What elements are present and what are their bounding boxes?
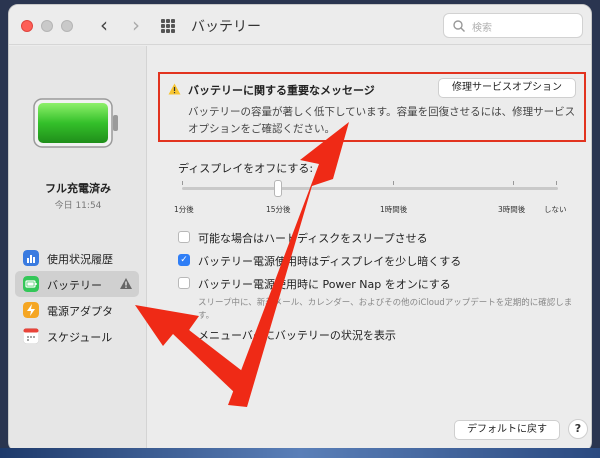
sidebar-item-label: 電源アダプタ <box>47 305 113 318</box>
minimize-button[interactable] <box>41 20 53 32</box>
zoom-button[interactable] <box>61 20 73 32</box>
slider-tick <box>182 181 183 185</box>
option-label: 可能な場合はハードディスクをスリープさせる <box>198 232 428 245</box>
usage-history-icon <box>23 250 39 266</box>
warning-icon <box>168 83 181 95</box>
alert-title: バッテリーに関する重要なメッセージ <box>188 84 375 97</box>
sidebar-item-label: スケジュール <box>47 331 113 344</box>
battery-service-alert: バッテリーに関する重要なメッセージ 修理サービスオプション バッテリーの容量が著… <box>158 72 586 142</box>
warning-icon <box>120 278 132 289</box>
slider-knob[interactable] <box>274 180 282 197</box>
titlebar: ‹ › バッテリー 検索 <box>9 5 591 45</box>
slider-tick <box>556 181 557 185</box>
tick-label: しない <box>544 205 567 214</box>
power-nap-help-text: スリープ中に、新着メール、カレンダー、およびその他のiCloudアップデートを定… <box>198 298 573 321</box>
forward-button[interactable]: › <box>125 14 147 36</box>
checkbox[interactable] <box>178 328 190 340</box>
sidebar-item-power-adapter[interactable]: 電源アダプタ <box>15 297 139 323</box>
slider-tick <box>513 181 514 185</box>
service-options-button[interactable]: 修理サービスオプション <box>438 78 576 98</box>
battery-time: 今日 11:54 <box>54 201 102 211</box>
sidebar-item-schedule[interactable]: スケジュール <box>15 323 139 349</box>
back-button[interactable]: ‹ <box>93 14 115 36</box>
preferences-window: ‹ › バッテリー 検索 フル充電済み 今日 11:54 使用状況履歴 バッテリ… <box>8 4 592 452</box>
sidebar: フル充電済み 今日 11:54 使用状況履歴 バッテリー 電源アダプタ スケジュ… <box>9 46 147 451</box>
power-adapter-icon <box>23 302 39 318</box>
sidebar-item-battery[interactable]: バッテリー <box>15 271 139 297</box>
desktop-background <box>0 448 600 458</box>
search-input[interactable]: 検索 <box>443 13 583 38</box>
battery-large-icon <box>33 98 118 148</box>
window-title: バッテリー <box>191 19 261 35</box>
checkbox[interactable] <box>178 231 190 243</box>
schedule-icon <box>23 328 39 344</box>
search-placeholder: 検索 <box>472 23 492 34</box>
slider-tick <box>393 181 394 185</box>
display-off-slider[interactable] <box>182 187 558 190</box>
main-content: バッテリーに関する重要なメッセージ 修理サービスオプション バッテリーの容量が著… <box>148 46 591 451</box>
sidebar-item-usage-history[interactable]: 使用状況履歴 <box>15 245 139 271</box>
restore-defaults-button[interactable]: デフォルトに戻す <box>454 420 560 440</box>
tick-label: 1分後 <box>174 205 194 214</box>
help-button[interactable]: ? <box>568 419 588 439</box>
tick-label: 3時間後 <box>498 205 526 214</box>
search-icon <box>453 20 465 32</box>
sidebar-item-label: バッテリー <box>47 279 102 292</box>
alert-body: バッテリーの容量が著しく低下しています。容量を回復させるには、修理サービスオプシ… <box>188 106 576 135</box>
tick-label: 1時間後 <box>380 205 408 214</box>
option-label: バッテリー電源使用時はディスプレイを少し暗くする <box>198 255 462 268</box>
battery-status: フル充電済み <box>45 182 111 195</box>
show-all-grid-icon[interactable] <box>161 19 175 33</box>
option-label: メニューバーにバッテリーの状況を表示 <box>198 329 396 342</box>
display-off-label: ディスプレイをオフにする: <box>178 162 314 175</box>
sidebar-item-label: 使用状況履歴 <box>47 253 113 266</box>
checkbox[interactable] <box>178 277 190 289</box>
option-label: バッテリー電源使用時に Power Nap をオンにする <box>198 278 451 291</box>
checkbox-checked[interactable]: ✓ <box>178 254 190 266</box>
battery-icon <box>23 276 39 292</box>
close-button[interactable] <box>21 20 33 32</box>
tick-label: 15分後 <box>266 205 291 214</box>
